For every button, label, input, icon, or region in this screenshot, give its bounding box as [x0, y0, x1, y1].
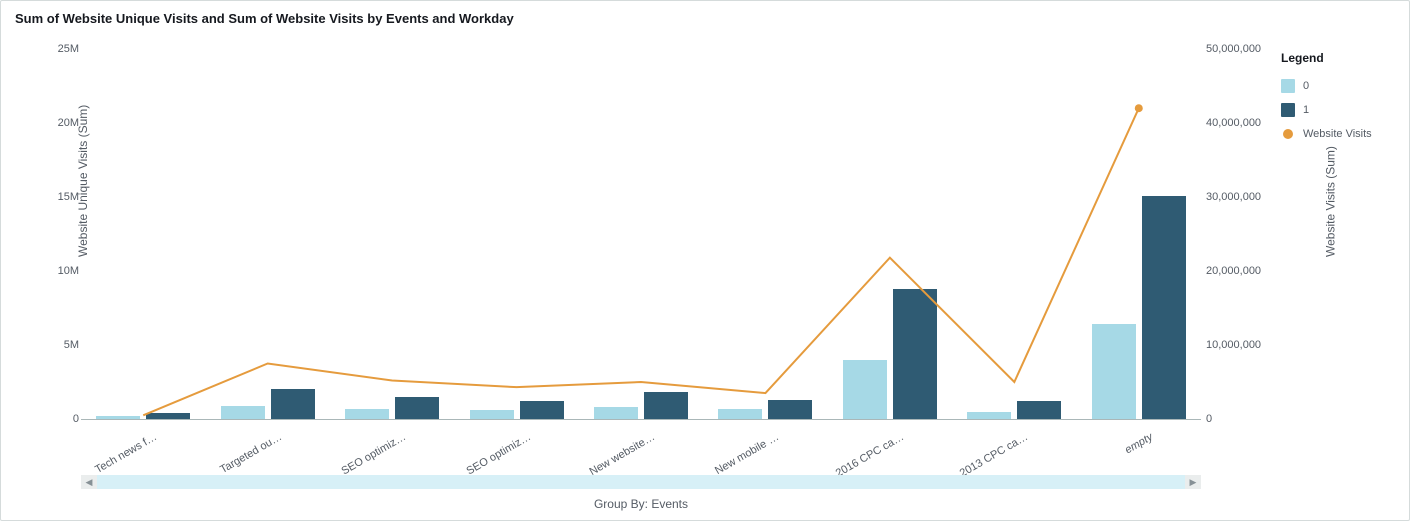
y-right-tick: 50,000,000 [1206, 43, 1264, 55]
chart-card: Sum of Website Unique Visits and Sum of … [0, 0, 1410, 521]
legend: Legend 0 1 Website Visits [1281, 51, 1391, 151]
horizontal-scrollbar[interactable]: ◀ ▶ [81, 475, 1201, 489]
legend-swatch-1 [1281, 103, 1295, 117]
legend-title: Legend [1281, 51, 1391, 65]
y-right-tick: 10,000,000 [1206, 339, 1264, 351]
legend-swatch-line [1283, 129, 1293, 139]
y-axis-right: 010,000,00020,000,00030,000,00040,000,00… [1206, 49, 1266, 419]
scroll-track[interactable] [97, 475, 1185, 489]
y-right-tick: 0 [1206, 413, 1264, 425]
y-right-tick: 20,000,000 [1206, 265, 1264, 277]
legend-label-line: Website Visits [1303, 128, 1372, 140]
y-right-tick: 40,000,000 [1206, 117, 1264, 129]
legend-item-0[interactable]: 0 [1281, 79, 1391, 93]
legend-label-1: 1 [1303, 104, 1309, 116]
x-axis-baseline [81, 419, 1201, 420]
scroll-right-button[interactable]: ▶ [1185, 475, 1201, 489]
y-right-tick: 30,000,000 [1206, 191, 1264, 203]
y-left-tick: 10M [21, 265, 79, 277]
legend-swatch-0 [1281, 79, 1295, 93]
y-left-tick: 25M [21, 43, 79, 55]
y-axis-right-label: Website Visits (Sum) [1323, 146, 1337, 257]
y-left-tick: 20M [21, 117, 79, 129]
line-series [81, 49, 1201, 419]
legend-label-0: 0 [1303, 80, 1309, 92]
line-path [143, 108, 1139, 415]
chart-title: Sum of Website Unique Visits and Sum of … [15, 11, 514, 26]
y-left-tick: 0 [21, 413, 79, 425]
scroll-left-button[interactable]: ◀ [81, 475, 97, 489]
x-axis-superlabel: Group By: Events [81, 497, 1201, 511]
line-endpoint [1135, 104, 1143, 112]
legend-item-line[interactable]: Website Visits [1281, 127, 1391, 141]
y-axis-left: 05M10M15M20M25M [21, 49, 81, 419]
legend-item-1[interactable]: 1 [1281, 103, 1391, 117]
y-left-tick: 15M [21, 191, 79, 203]
y-left-tick: 5M [21, 339, 79, 351]
